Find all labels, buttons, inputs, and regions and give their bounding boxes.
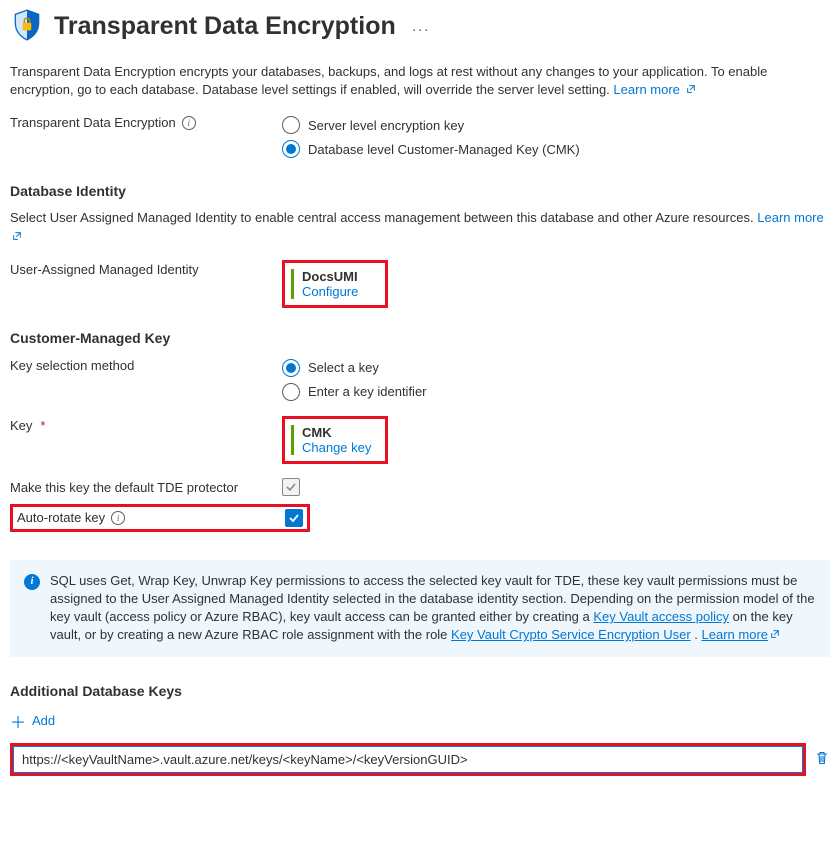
radio-enter-identifier[interactable]: Enter a key identifier bbox=[282, 380, 830, 404]
info-callout: i SQL uses Get, Wrap Key, Unwrap Key per… bbox=[10, 560, 830, 657]
plus-icon: ＋ bbox=[10, 709, 26, 733]
check-icon bbox=[285, 481, 297, 493]
umi-value: DocsUMI bbox=[302, 269, 379, 284]
auto-rotate-label: Auto-rotate key bbox=[17, 510, 105, 525]
external-link-icon bbox=[12, 231, 22, 241]
additional-keys-heading: Additional Database Keys bbox=[10, 683, 830, 699]
radio-selected-icon bbox=[282, 140, 300, 158]
key-selection-label: Key selection method bbox=[10, 358, 134, 373]
kv-access-policy-link[interactable]: Key Vault access policy bbox=[593, 609, 729, 624]
radio-identifier-label: Enter a key identifier bbox=[308, 384, 427, 399]
info-icon[interactable]: i bbox=[111, 511, 125, 525]
info-text-end: . bbox=[694, 627, 701, 642]
info-icon[interactable]: i bbox=[182, 116, 196, 130]
add-label: Add bbox=[32, 713, 55, 728]
radio-select-label: Select a key bbox=[308, 360, 379, 375]
radio-selected-icon bbox=[282, 359, 300, 377]
delete-key-button[interactable] bbox=[814, 750, 830, 769]
page-title: Transparent Data Encryption bbox=[54, 12, 396, 41]
tde-label: Transparent Data Encryption bbox=[10, 115, 176, 130]
info-learn-more-link[interactable]: Learn more bbox=[702, 627, 780, 642]
db-identity-desc: Select User Assigned Managed Identity to… bbox=[10, 209, 830, 245]
radio-select-key[interactable]: Select a key bbox=[282, 356, 830, 380]
radio-server-label: Server level encryption key bbox=[308, 118, 464, 133]
key-value: CMK bbox=[302, 425, 379, 440]
external-link-icon bbox=[770, 629, 780, 639]
radio-unselected-icon bbox=[282, 116, 300, 134]
add-key-button[interactable]: ＋ Add bbox=[10, 709, 830, 733]
intro-text: Transparent Data Encryption encrypts you… bbox=[10, 63, 830, 99]
umi-configure-link[interactable]: Configure bbox=[302, 284, 358, 299]
shield-lock-icon bbox=[10, 8, 44, 45]
radio-unselected-icon bbox=[282, 383, 300, 401]
trash-icon bbox=[814, 750, 830, 766]
radio-db-level-cmk[interactable]: Database level Customer-Managed Key (CMK… bbox=[282, 137, 830, 161]
cmk-heading: Customer-Managed Key bbox=[10, 330, 830, 346]
key-label: Key bbox=[10, 418, 32, 433]
auto-rotate-checkbox[interactable] bbox=[285, 509, 303, 527]
radio-db-label: Database level Customer-Managed Key (CMK… bbox=[308, 142, 580, 157]
additional-key-input[interactable] bbox=[13, 746, 803, 773]
db-identity-heading: Database Identity bbox=[10, 183, 830, 199]
default-protector-checkbox[interactable] bbox=[282, 478, 300, 496]
default-protector-label: Make this key the default TDE protector bbox=[10, 480, 238, 495]
radio-server-level[interactable]: Server level encryption key bbox=[282, 113, 830, 137]
kv-crypto-user-link[interactable]: Key Vault Crypto Service Encryption User bbox=[451, 627, 691, 642]
intro-learn-more-link[interactable]: Learn more bbox=[613, 82, 695, 97]
umi-label: User-Assigned Managed Identity bbox=[10, 262, 199, 277]
change-key-link[interactable]: Change key bbox=[302, 440, 371, 455]
required-asterisk: * bbox=[40, 418, 45, 433]
external-link-icon bbox=[686, 84, 696, 94]
check-icon bbox=[288, 512, 300, 524]
more-menu-icon[interactable]: ··· bbox=[412, 21, 430, 38]
info-badge-icon: i bbox=[24, 574, 40, 590]
